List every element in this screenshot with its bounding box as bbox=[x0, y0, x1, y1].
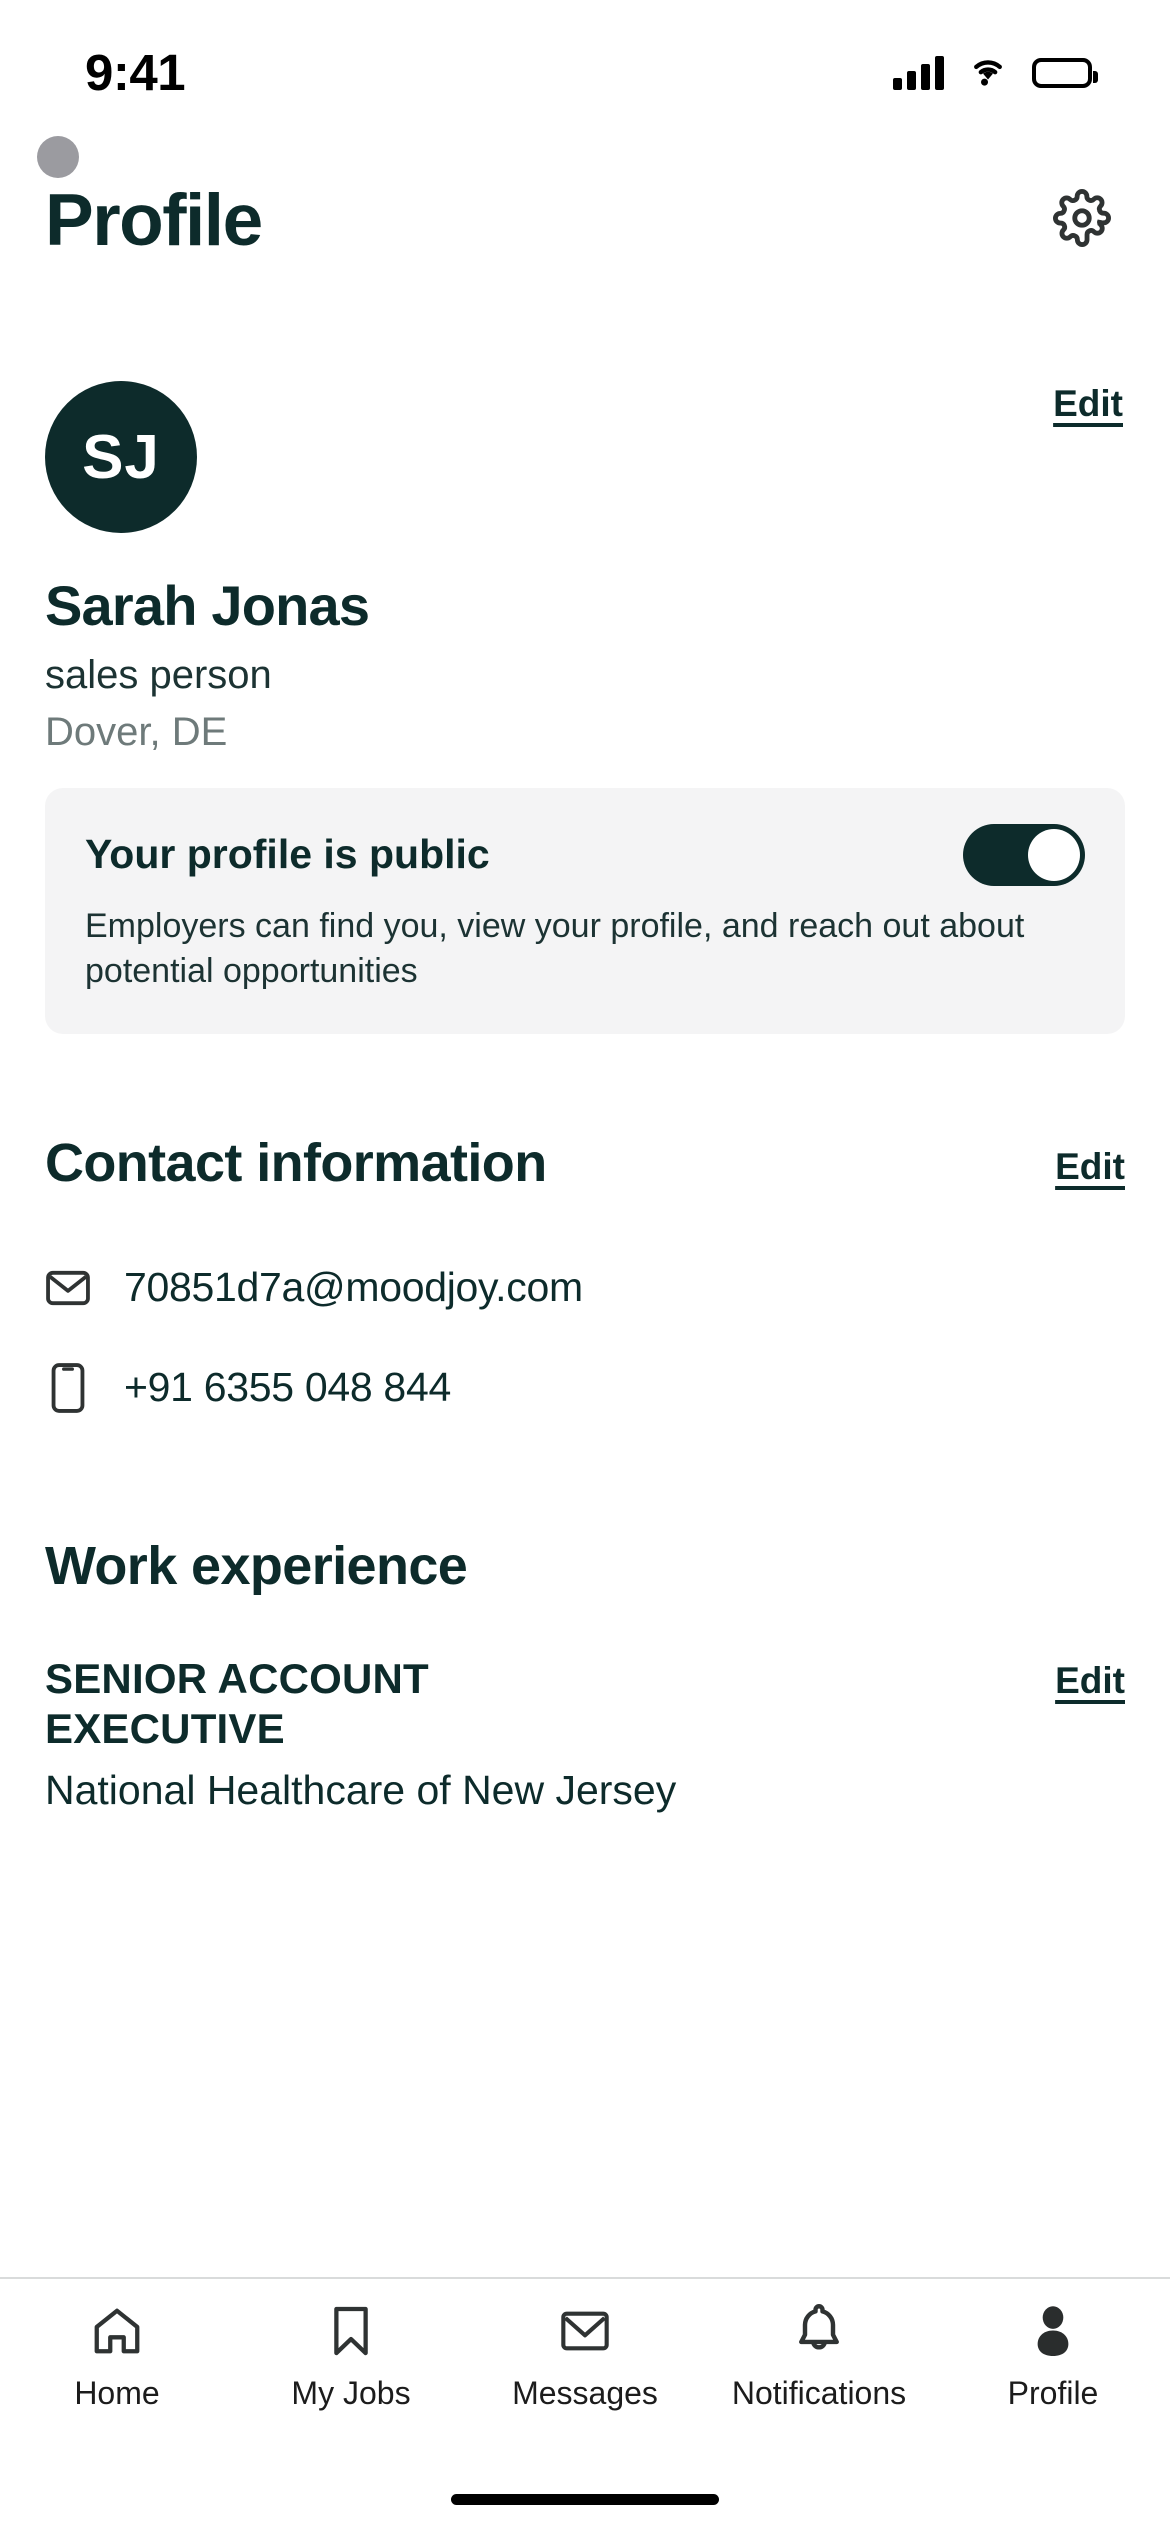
profile-content: SJ Edit Sarah Jonas sales person Dover, … bbox=[0, 295, 1170, 2277]
public-profile-title: Your profile is public bbox=[85, 830, 490, 877]
job-company: National Healthcare of New Jersey bbox=[45, 1767, 677, 1814]
page-title: Profile bbox=[45, 179, 263, 261]
status-bar: 9:41 bbox=[0, 0, 1170, 145]
tab-messages[interactable]: Messages bbox=[468, 2301, 702, 2412]
work-experience-section: Work experience SENIOR ACCOUNT EXECUTIVE… bbox=[45, 1535, 1125, 1814]
signal-bars-icon bbox=[893, 55, 944, 90]
avatar-initials: SJ bbox=[82, 422, 160, 492]
home-indicator[interactable] bbox=[451, 2494, 719, 2505]
tab-home-label: Home bbox=[74, 2375, 160, 2411]
profile-location: Dover, DE bbox=[45, 709, 228, 754]
job-entry-header: SENIOR ACCOUNT EXECUTIVE Edit bbox=[45, 1654, 1125, 1753]
work-section-title: Work experience bbox=[45, 1535, 468, 1596]
phone-icon bbox=[45, 1362, 91, 1413]
tab-my-jobs-label: My Jobs bbox=[291, 2375, 411, 2411]
edit-job-link[interactable]: Edit bbox=[1055, 1654, 1125, 1702]
public-profile-card: Your profile is public Employers can fin… bbox=[45, 787, 1125, 1035]
job-title: SENIOR ACCOUNT EXECUTIVE bbox=[45, 1655, 429, 1752]
wifi-icon bbox=[966, 53, 1010, 92]
public-profile-toggle[interactable] bbox=[963, 823, 1085, 886]
settings-button[interactable] bbox=[1046, 184, 1118, 256]
contact-phone-value: +91 6355 048 844 bbox=[124, 1364, 451, 1411]
envelope-icon bbox=[559, 2301, 611, 2361]
profile-name: Sarah Jonas bbox=[45, 574, 370, 637]
person-icon bbox=[1029, 2301, 1077, 2361]
contact-section-header: Contact information Edit bbox=[45, 1133, 1125, 1194]
edit-contact-link[interactable]: Edit bbox=[1055, 1146, 1125, 1194]
contact-section-title: Contact information bbox=[45, 1133, 547, 1194]
envelope-icon bbox=[45, 1265, 91, 1311]
tab-profile[interactable]: Profile bbox=[936, 2301, 1170, 2412]
app-header: Profile bbox=[0, 135, 1170, 295]
avatar[interactable]: SJ bbox=[45, 381, 197, 533]
status-time: 9:41 bbox=[85, 44, 186, 101]
contact-row-phone[interactable]: +91 6355 048 844 bbox=[45, 1351, 1125, 1425]
edit-profile-link[interactable]: Edit bbox=[1053, 383, 1123, 425]
tab-notifications-label: Notifications bbox=[731, 2375, 907, 2411]
contact-list: 70851d7a@moodjoy.com +91 6355 048 844 bbox=[45, 1251, 1125, 1425]
contact-information-section: Contact information Edit 70851d7a@moodjo… bbox=[45, 1133, 1125, 1425]
public-profile-card-top: Your profile is public bbox=[85, 823, 1085, 886]
home-indicator-area bbox=[0, 2467, 1170, 2532]
contact-email-value: 70851d7a@moodjoy.com bbox=[124, 1264, 583, 1311]
job-entry: SENIOR ACCOUNT EXECUTIVE Edit National H… bbox=[45, 1654, 1125, 1814]
toggle-knob bbox=[1028, 828, 1080, 881]
status-dot-icon bbox=[37, 135, 79, 178]
public-profile-description: Employers can find you, view your profil… bbox=[85, 906, 1025, 991]
bell-icon bbox=[795, 2301, 843, 2361]
tab-home[interactable]: Home bbox=[0, 2301, 234, 2412]
tab-profile-label: Profile bbox=[1007, 2375, 1099, 2411]
profile-role: sales person bbox=[45, 652, 272, 697]
bottom-tab-bar: Home My Jobs Messages Notifications Prof… bbox=[0, 2277, 1170, 2467]
battery-icon bbox=[1032, 57, 1098, 88]
avatar-row: SJ Edit bbox=[45, 381, 1125, 533]
page-title-wrap: Profile bbox=[37, 135, 263, 261]
status-icons bbox=[893, 53, 1098, 92]
home-icon bbox=[90, 2301, 144, 2361]
bookmark-icon bbox=[329, 2301, 373, 2361]
gear-icon bbox=[1053, 188, 1111, 252]
profile-screen: 9:41 Profile SJ Edit Sarah Jonas sales p… bbox=[0, 0, 1170, 2532]
tab-my-jobs[interactable]: My Jobs bbox=[234, 2301, 468, 2412]
tab-notifications[interactable]: Notifications bbox=[702, 2301, 936, 2412]
contact-row-email[interactable]: 70851d7a@moodjoy.com bbox=[45, 1251, 1125, 1325]
tab-messages-label: Messages bbox=[512, 2375, 658, 2411]
